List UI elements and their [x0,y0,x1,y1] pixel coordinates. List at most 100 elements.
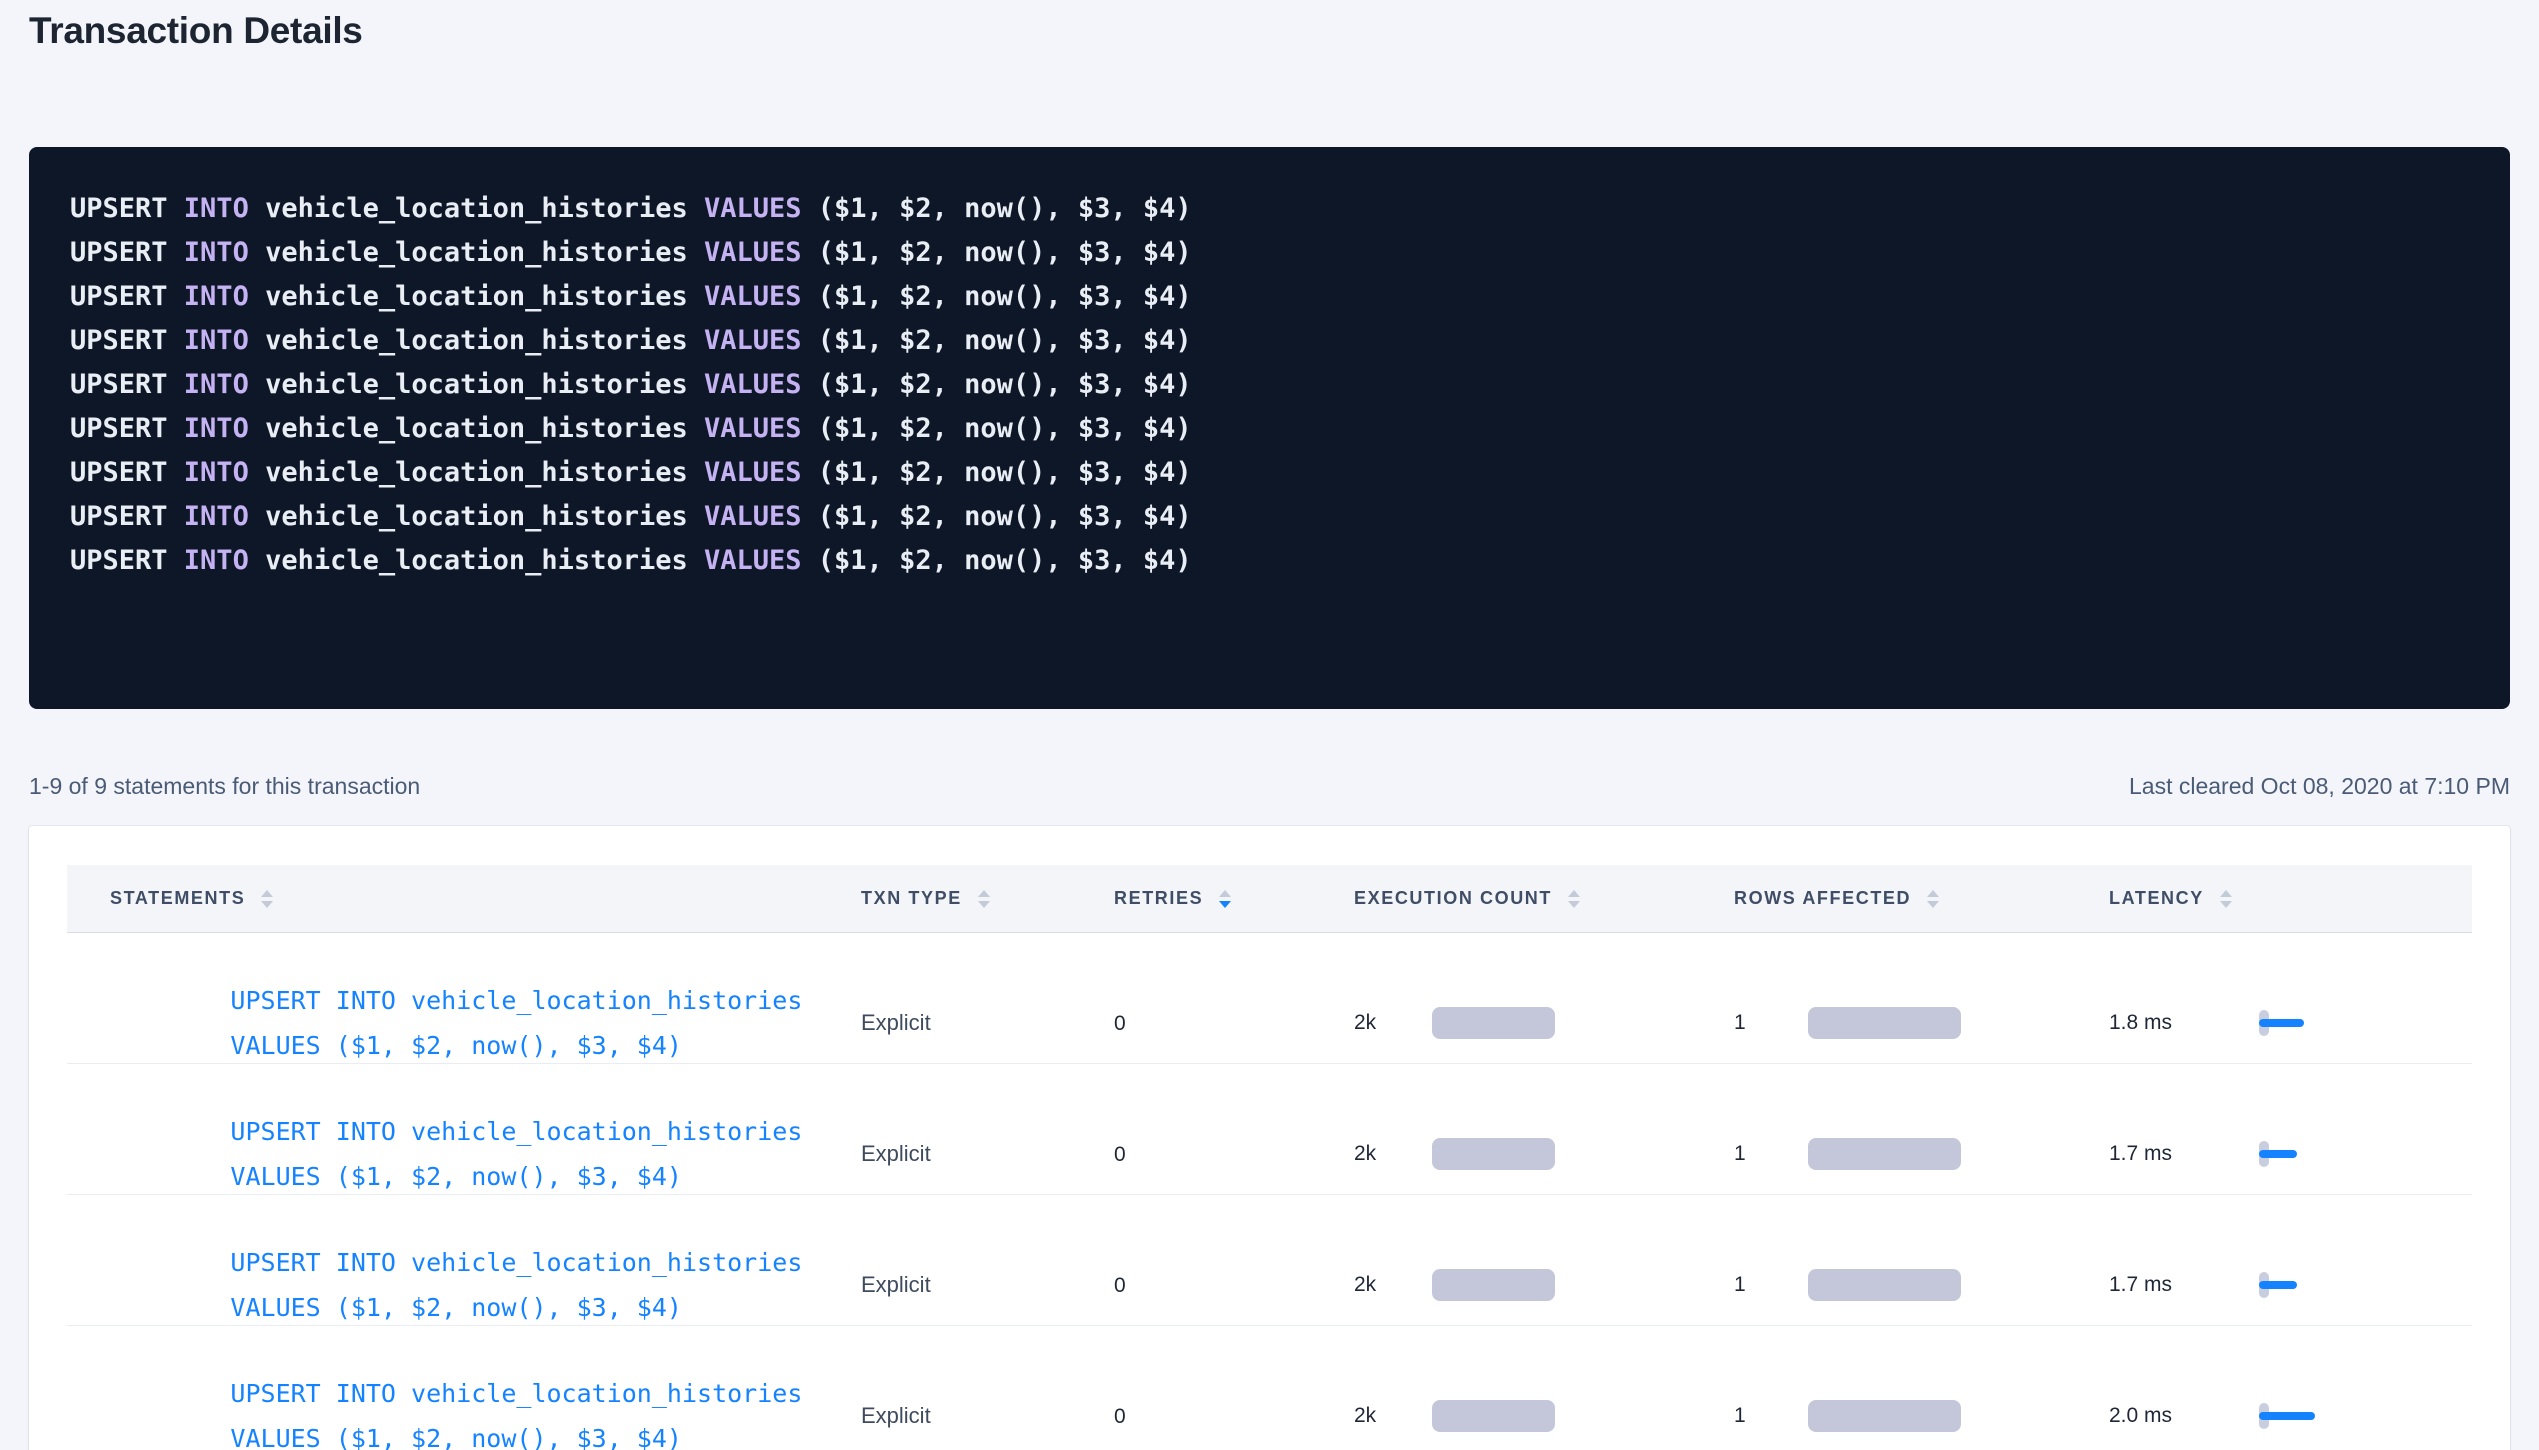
latency-cell: 1.8 ms [2109,1009,2472,1037]
sql-token-keyword: VALUES [704,281,802,312]
column-header-latency[interactable]: LATENCY [2109,888,2472,909]
sort-asc-icon [2220,890,2232,897]
sort-icons [1927,890,1939,908]
rows-affected-value: 1 [1734,1404,1808,1428]
sql-statements: UPSERT INTO vehicle_location_histories V… [70,187,2469,583]
latency-bar-chart [2259,1140,2329,1168]
rows-affected-bar [1808,1269,1961,1301]
column-header-retries[interactable]: RETRIES [1114,888,1354,909]
execution-count-cell: 2k [1354,1007,1734,1039]
retries-value: 0 [1114,1274,1126,1298]
retries-value: 0 [1114,1143,1126,1167]
txn-type-cell: Explicit [861,1272,1114,1298]
execution-count-bar [1432,1400,1555,1432]
rows-affected-bar [1808,1138,1961,1170]
sql-token-keyword: INTO [184,369,249,400]
column-header-rows-affected[interactable]: ROWS AFFECTED [1734,888,2109,909]
txn-type-value: Explicit [861,1141,931,1166]
sql-token-plain: UPSERT [70,545,184,576]
rows-affected-bar [1808,1400,1961,1432]
latency-value: 1.7 ms [2109,1142,2259,1166]
sql-token-keyword: VALUES [704,413,802,444]
execution-count-bar [1432,1138,1555,1170]
sort-desc-icon [2220,901,2232,908]
sql-token-plain: vehicle_location_histories [249,325,704,356]
sort-desc-icon [261,901,273,908]
table-row: UPSERT INTO vehicle_location_histories V… [67,1195,2472,1326]
execution-count-value: 2k [1354,1011,1432,1035]
column-header-txn-type[interactable]: TXN TYPE [861,888,1114,909]
last-cleared-text: Last cleared Oct 08, 2020 at 7:10 PM [2129,773,2510,800]
sort-desc-icon [1219,901,1231,908]
sql-token-plain: vehicle_location_histories [249,237,704,268]
sql-token-plain: ($1, $2, now(), $3, $4) [802,457,1192,488]
sort-desc-icon [978,901,990,908]
table-row: UPSERT INTO vehicle_location_histories V… [67,1326,2472,1450]
txn-type-cell: Explicit [861,1141,1114,1167]
sql-token-plain: vehicle_location_histories [249,413,704,444]
rows-affected-bar [1808,1007,1961,1039]
rows-affected-value: 1 [1734,1011,1808,1035]
latency-value: 1.7 ms [2109,1273,2259,1297]
sort-icons [1219,890,1231,908]
sql-token-keyword: VALUES [704,501,802,532]
rows-affected-cell: 1 [1734,1007,2109,1039]
txn-type-value: Explicit [861,1010,931,1035]
sql-line: UPSERT INTO vehicle_location_histories V… [70,539,2469,583]
table-body: UPSERT INTO vehicle_location_histories V… [67,933,2472,1450]
statements-count-text: 1-9 of 9 statements for this transaction [29,773,420,800]
statement-line-1: UPSERT INTO vehicle_location_histories [230,1117,802,1146]
retries-cell: 0 [1114,1403,1354,1429]
sql-token-plain: UPSERT [70,281,184,312]
sql-token-keyword: VALUES [704,237,802,268]
latency-bar [2259,1281,2297,1289]
latency-bar [2259,1412,2315,1420]
retries-value: 0 [1114,1405,1126,1429]
table-meta-row: 1-9 of 9 statements for this transaction… [29,773,2510,800]
sql-line: UPSERT INTO vehicle_location_histories V… [70,275,2469,319]
sort-desc-icon [1568,901,1580,908]
statement-line-2: VALUES ($1, $2, now(), $3, $4) [230,1162,682,1191]
sql-line: UPSERT INTO vehicle_location_histories V… [70,319,2469,363]
sql-token-plain: ($1, $2, now(), $3, $4) [802,193,1192,224]
sql-token-plain: vehicle_location_histories [249,545,704,576]
column-header-label: RETRIES [1114,888,1203,909]
latency-cell: 1.7 ms [2109,1140,2472,1168]
sql-token-keyword: INTO [184,325,249,356]
sort-asc-icon [1219,890,1231,897]
statement-line-1: UPSERT INTO vehicle_location_histories [230,1248,802,1277]
statement-line-2: VALUES ($1, $2, now(), $3, $4) [230,1031,682,1060]
rows-affected-cell: 1 [1734,1138,2109,1170]
column-header-label: EXECUTION COUNT [1354,888,1552,909]
latency-bar-chart [2259,1271,2329,1299]
column-header-execution-count[interactable]: EXECUTION COUNT [1354,888,1734,909]
sql-token-plain: ($1, $2, now(), $3, $4) [802,413,1192,444]
sort-icons [1568,890,1580,908]
sort-asc-icon [1927,890,1939,897]
statement-cell: UPSERT INTO vehicle_location_histories V… [67,1326,861,1450]
sql-token-keyword: INTO [184,193,249,224]
sql-token-keyword: VALUES [704,545,802,576]
sql-token-keyword: VALUES [704,457,802,488]
sql-token-keyword: INTO [184,457,249,488]
sql-token-plain: ($1, $2, now(), $3, $4) [802,281,1192,312]
rows-affected-value: 1 [1734,1273,1808,1297]
column-header-statements[interactable]: STATEMENTS [67,888,861,909]
sql-token-plain: UPSERT [70,501,184,532]
retries-value: 0 [1114,1012,1126,1036]
txn-type-cell: Explicit [861,1010,1114,1036]
sql-line: UPSERT INTO vehicle_location_histories V… [70,231,2469,275]
statement-line-1: UPSERT INTO vehicle_location_histories [230,1379,802,1408]
sql-token-plain: UPSERT [70,325,184,356]
execution-count-value: 2k [1354,1404,1432,1428]
latency-bar-chart [2259,1009,2329,1037]
sort-icons [2220,890,2232,908]
sql-token-plain: ($1, $2, now(), $3, $4) [802,545,1192,576]
sort-desc-icon [1927,901,1939,908]
sql-token-keyword: INTO [184,501,249,532]
latency-bar [2259,1019,2304,1027]
sql-token-plain: ($1, $2, now(), $3, $4) [802,501,1192,532]
transaction-details-page: Transaction Details UPSERT INTO vehicle_… [0,0,2539,1450]
sql-line: UPSERT INTO vehicle_location_histories V… [70,495,2469,539]
statement-link[interactable]: UPSERT INTO vehicle_location_histories V… [110,1326,861,1450]
